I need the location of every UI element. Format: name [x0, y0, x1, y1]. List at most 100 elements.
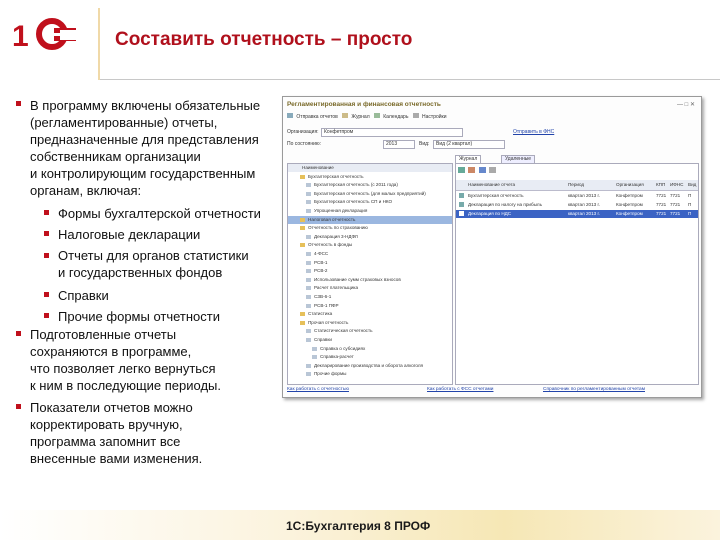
tree-item[interactable]: 4-ФСС — [288, 250, 452, 258]
tree-item-label: Бухгалтерская отчетность (для малых пред… — [314, 190, 426, 196]
bullet-marker — [16, 331, 21, 336]
tree-item-label: Статистика — [308, 311, 333, 317]
tree-item[interactable]: Бухгалтерская отчетность (с 2011 года) — [288, 181, 452, 189]
table-row[interactable]: Бухгалтерская отчетность квартал 2013 г.… — [456, 192, 698, 200]
folder-icon — [306, 363, 311, 368]
col-kpp-header[interactable]: КПП — [656, 182, 665, 187]
1c-logo: 1 — [12, 18, 80, 53]
sub-bullet-marker — [44, 253, 49, 258]
delete-icon[interactable] — [468, 167, 476, 173]
tree-item-label: 4-ФСС — [314, 251, 329, 256]
folder-icon — [306, 277, 311, 282]
help-link-1[interactable]: Как работать с отчетностью — [287, 387, 349, 392]
tree-item[interactable]: Декларирование производства и оборота ал… — [288, 362, 452, 370]
tree-item[interactable]: Справка-расчет — [288, 353, 452, 361]
tree-item-label: Декларация 3-НДФЛ — [314, 233, 358, 239]
tree-item-label: Бухгалтерская отчетность — [308, 173, 364, 179]
tree-item[interactable]: РСВ-2 — [288, 267, 452, 275]
tree-item[interactable]: Прочая отчетность — [288, 319, 452, 327]
tree-item[interactable]: Упрощенная декларация — [288, 207, 452, 215]
help-link-3[interactable]: Справочник по регламентированным отчетам — [543, 387, 645, 392]
tree-item[interactable]: РСВ-1 — [288, 259, 452, 267]
grid-header: Наименование отчета Период Организация К… — [456, 180, 698, 191]
tree-item[interactable]: Бухгалтерская отчетность (для малых пред… — [288, 190, 452, 198]
col-period-header[interactable]: Период — [568, 182, 584, 187]
folder-icon — [306, 329, 311, 334]
tree-item[interactable]: Бухгалтерская отчетность СП и НКО — [288, 198, 452, 206]
folder-icon — [300, 243, 305, 248]
tree-item-label: Расчет плательщика — [314, 285, 359, 291]
tree-item[interactable]: Статистическая отчетность — [288, 327, 452, 335]
tree-item[interactable]: Справка о субсидиях — [288, 345, 452, 353]
tree-item[interactable]: Налоговая отчетность — [288, 215, 452, 224]
tree-item-label: Отчетность в фонды — [308, 242, 353, 248]
doc-icon — [459, 193, 464, 198]
tree-item[interactable]: Прочие формы — [288, 370, 452, 378]
tree-item-label: Справка-расчет — [320, 354, 354, 360]
bullet-text-1: В программу включены обязательные (регла… — [30, 98, 261, 198]
tree-item-label: Наименование — [302, 165, 334, 170]
tree-item[interactable]: Декларация 3-НДФЛ — [288, 233, 452, 241]
folder-icon — [312, 346, 317, 351]
footer-product: 1С:Бухгалтерия 8 ПРОФ — [286, 519, 431, 533]
tree-header: Наименование — [288, 164, 452, 172]
help-link-2[interactable]: Как работать с ФСС отчетами — [427, 387, 493, 392]
tree-item-label: Налоговая отчетность — [308, 216, 356, 222]
sub-bullet-marker — [44, 292, 49, 297]
tree-item[interactable]: Отчетность по страхованию — [288, 224, 452, 232]
sub-item-5: Прочие формы отчетности — [58, 309, 220, 324]
toolbar-send-button[interactable]: Отправка отчетов — [296, 114, 337, 120]
tree-item[interactable]: Бухгалтерская отчетность — [288, 173, 452, 181]
tree-item-label: Бухгалтерская отчетность (с 2011 года) — [314, 182, 398, 188]
toolbar-calendar-button[interactable]: Календарь — [383, 114, 408, 120]
send-fns-link[interactable]: Отправить в ФНС — [513, 129, 554, 136]
tree-item[interactable]: Справки — [288, 336, 452, 344]
folder-icon — [312, 355, 317, 360]
tree-item-label: Справка о субсидиях — [320, 345, 366, 351]
refresh-icon[interactable] — [478, 167, 486, 173]
folder-icon — [306, 295, 311, 299]
tree-item-label: Статистическая отчетность — [314, 328, 373, 334]
org-label: Организация: — [287, 129, 319, 135]
tree-item[interactable]: Расчет плательщика — [288, 284, 452, 292]
org-select[interactable]: Конфетпром — [321, 128, 463, 137]
tree-item-label: Упрощенная декларация — [314, 208, 368, 213]
window-controls-icon[interactable]: — □ ✕ — [677, 101, 695, 108]
tree-item[interactable]: Использование сумм страховых взносов — [288, 276, 452, 284]
create-icon[interactable] — [458, 167, 465, 173]
toolbar-journal-button[interactable]: Журнал — [351, 114, 369, 120]
col-name-header[interactable]: Наименование отчета — [468, 182, 515, 187]
sub-item-1: Формы бухгалтерской отчетности — [58, 206, 261, 221]
folder-icon — [306, 183, 311, 188]
tree-item[interactable]: Статистика — [288, 310, 452, 318]
table-row-selected[interactable]: Декларация по НДС квартал 2013 г. Конфет… — [456, 210, 698, 218]
tree-item-label: Прочая отчетность — [308, 319, 349, 325]
form-toolbar: Отправка отчетов Журнал Календарь Настро… — [287, 113, 447, 120]
grid-toolbar — [458, 167, 694, 176]
col-type-header[interactable]: Вид — [688, 182, 696, 187]
tree-item[interactable]: РСВ-1 ПФР — [288, 302, 452, 310]
col-ifns-header[interactable]: ИФНС — [670, 182, 683, 187]
print-icon[interactable] — [488, 167, 496, 173]
period-select[interactable]: 2013 — [383, 140, 415, 149]
doc-icon — [459, 202, 464, 207]
settings-icon — [412, 113, 419, 118]
table-row[interactable]: Декларация по налогу на прибыль квартал … — [456, 201, 698, 209]
folder-icon — [300, 312, 305, 317]
folder-icon — [306, 252, 311, 256]
tree-item-label: СЗВ-6-1 — [314, 294, 332, 299]
bullet-text-2: Подготовленные отчеты сохраняются в прог… — [30, 327, 221, 393]
tree-item-label: Бухгалтерская отчетность СП и НКО — [314, 199, 393, 205]
toolbar-settings-button[interactable]: Настройки — [422, 114, 447, 120]
folder-icon — [306, 260, 311, 265]
folder-icon — [306, 200, 311, 205]
folder-icon — [300, 217, 305, 222]
journal-icon — [342, 113, 348, 118]
col-org-header[interactable]: Организация — [616, 182, 644, 187]
tree-item-label: Использование сумм страховых взносов — [314, 276, 401, 282]
folder-icon — [306, 269, 311, 274]
show-select[interactable]: Вид (2 квартал) — [433, 140, 505, 149]
sub-item-4: Справки — [58, 288, 109, 303]
tree-item[interactable]: Отчетность в фонды — [288, 241, 452, 249]
tree-item[interactable]: СЗВ-6-1 — [288, 293, 452, 301]
